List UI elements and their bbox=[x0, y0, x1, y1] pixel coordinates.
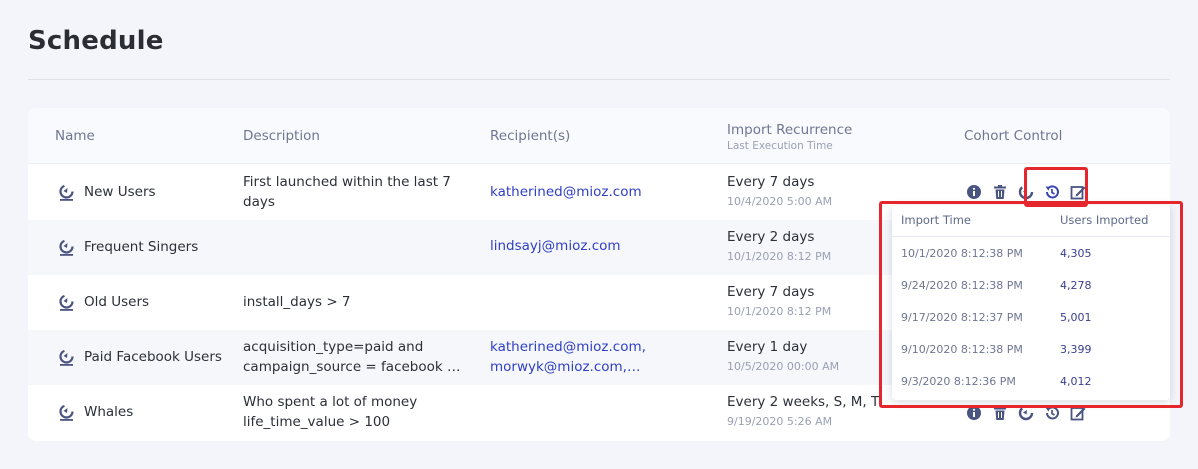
recipient-email[interactable]: lindsayj@mioz.com bbox=[490, 236, 655, 256]
users-imported: 4,012 bbox=[1060, 375, 1092, 388]
header-description[interactable]: Description bbox=[243, 128, 320, 144]
recurrence-text: Every 7 days bbox=[727, 174, 815, 190]
edit-icon[interactable] bbox=[1070, 184, 1086, 200]
sync-icon[interactable] bbox=[1018, 405, 1034, 421]
cohort-name: Whales bbox=[84, 404, 134, 420]
cohort-name: Paid Facebook Users bbox=[84, 349, 222, 365]
description-line: acquisition_type=paid and bbox=[243, 339, 424, 355]
import-time: 9/17/2020 8:12:37 PM bbox=[901, 311, 1023, 324]
popup-row: 9/24/2020 8:12:38 PM 4,278 bbox=[892, 270, 1170, 302]
page-title: Schedule bbox=[28, 26, 164, 56]
recurrence-cell: Every 7 days 10/1/2020 8:12 PM bbox=[727, 282, 887, 321]
description-cell: Who spent a lot of money life_time_value… bbox=[243, 392, 478, 432]
table-header: Name Description Recipient(s) Import Rec… bbox=[28, 108, 1170, 164]
recurrence-text: Every 2 weeks, S, M, T... bbox=[727, 394, 879, 410]
cohort-icon bbox=[58, 183, 75, 201]
info-icon[interactable] bbox=[966, 184, 982, 200]
cohort-icon bbox=[58, 238, 75, 256]
cohort-name-cell[interactable]: Old Users bbox=[58, 292, 149, 312]
users-imported: 4,278 bbox=[1060, 279, 1092, 292]
edit-icon[interactable] bbox=[1070, 405, 1086, 421]
recipient-email[interactable]: morwyk@mioz.com, another bbox=[490, 357, 642, 377]
recurrence-cell: Every 7 days 10/4/2020 5:00 AM bbox=[727, 172, 887, 211]
last-execution-time: 10/1/2020 8:12 PM bbox=[727, 250, 832, 263]
description-line: campaign_source = facebook and bbox=[243, 359, 465, 375]
last-execution-time: 9/19/2020 5:26 AM bbox=[727, 415, 833, 428]
import-time: 9/24/2020 8:12:38 PM bbox=[901, 279, 1023, 292]
cohort-icon bbox=[58, 348, 75, 366]
description-cell: First launched within the last 7 days bbox=[243, 172, 478, 212]
recurrence-text: Every 2 days bbox=[727, 229, 815, 245]
recipients-cell[interactable]: lindsayj@mioz.com bbox=[490, 236, 690, 256]
last-execution-time: 10/1/2020 8:12 PM bbox=[727, 305, 832, 318]
users-imported: 4,305 bbox=[1060, 247, 1092, 260]
popup-header: Import Time Users Imported bbox=[892, 205, 1170, 237]
popup-row: 9/3/2020 8:12:36 PM 4,012 bbox=[892, 366, 1170, 398]
trash-icon[interactable] bbox=[992, 405, 1008, 421]
title-divider bbox=[28, 79, 1170, 80]
description-line: install_days > 7 bbox=[243, 294, 351, 310]
recurrence-cell: Every 2 weeks, S, M, T... 9/19/2020 5:26… bbox=[727, 392, 887, 431]
cohort-name: New Users bbox=[84, 184, 156, 200]
recurrence-text: Every 7 days bbox=[727, 284, 815, 300]
cohort-icon bbox=[58, 293, 75, 311]
cohort-name-cell[interactable]: Whales bbox=[58, 402, 133, 422]
row-actions bbox=[966, 184, 1086, 200]
import-time: 10/1/2020 8:12:38 PM bbox=[901, 247, 1023, 260]
cohort-icon bbox=[58, 403, 75, 421]
description-line: Who spent a lot of money bbox=[243, 394, 418, 410]
cohort-name: Old Users bbox=[84, 294, 150, 310]
cohort-name-cell[interactable]: Frequent Singers bbox=[58, 237, 198, 257]
recurrence-cell: Every 1 day 10/5/2020 00:00 AM bbox=[727, 337, 887, 376]
users-imported: 3,399 bbox=[1060, 343, 1092, 356]
header-cohort-control: Cohort Control bbox=[964, 128, 1063, 144]
history-icon[interactable] bbox=[1044, 405, 1060, 421]
popup-row: 9/10/2020 8:12:38 PM 3,399 bbox=[892, 334, 1170, 366]
info-icon[interactable] bbox=[966, 405, 982, 421]
last-execution-time: 10/5/2020 00:00 AM bbox=[727, 360, 840, 373]
recurrence-cell: Every 2 days 10/1/2020 8:12 PM bbox=[727, 227, 887, 266]
recipient-email[interactable]: katherined@mioz.com bbox=[490, 182, 655, 202]
recipient-email[interactable]: katherined@mioz.com, bbox=[490, 337, 670, 357]
users-imported: 5,001 bbox=[1060, 311, 1092, 324]
description-cell: install_days > 7 bbox=[243, 292, 478, 312]
import-time: 9/10/2020 8:12:38 PM bbox=[901, 343, 1023, 356]
import-time: 9/3/2020 8:12:36 PM bbox=[901, 375, 1016, 388]
cohort-name-cell[interactable]: New Users bbox=[58, 182, 156, 202]
header-recurrence-sub: Last Execution Time bbox=[727, 140, 833, 152]
cohort-name-cell[interactable]: Paid Facebook Users bbox=[58, 347, 222, 367]
header-name[interactable]: Name bbox=[55, 128, 95, 144]
header-recipients[interactable]: Recipient(s) bbox=[490, 128, 570, 144]
description-line: life_time_value > 100 bbox=[243, 414, 391, 430]
popup-row: 9/17/2020 8:12:37 PM 5,001 bbox=[892, 302, 1170, 334]
description-line: days bbox=[243, 194, 275, 210]
popup-header-time: Import Time bbox=[901, 213, 971, 227]
cohort-name: Frequent Singers bbox=[84, 239, 199, 255]
popup-header-users: Users Imported bbox=[1060, 213, 1149, 227]
sync-icon[interactable] bbox=[1018, 184, 1034, 200]
recipients-cell[interactable]: katherined@mioz.com, morwyk@mioz.com, an… bbox=[490, 337, 690, 377]
history-icon[interactable] bbox=[1044, 184, 1060, 200]
recurrence-text: Every 1 day bbox=[727, 339, 808, 355]
recipients-cell[interactable]: katherined@mioz.com bbox=[490, 182, 690, 202]
last-execution-time: 10/4/2020 5:00 AM bbox=[727, 195, 833, 208]
header-recurrence[interactable]: Import Recurrence bbox=[727, 122, 852, 138]
description-line: First launched within the last 7 bbox=[243, 174, 451, 190]
trash-icon[interactable] bbox=[992, 184, 1008, 200]
row-actions bbox=[966, 405, 1086, 421]
popup-row: 10/1/2020 8:12:38 PM 4,305 bbox=[892, 238, 1170, 270]
import-history-popup: Import Time Users Imported 10/1/2020 8:1… bbox=[892, 205, 1170, 400]
description-cell: acquisition_type=paid and campaign_sourc… bbox=[243, 337, 478, 377]
